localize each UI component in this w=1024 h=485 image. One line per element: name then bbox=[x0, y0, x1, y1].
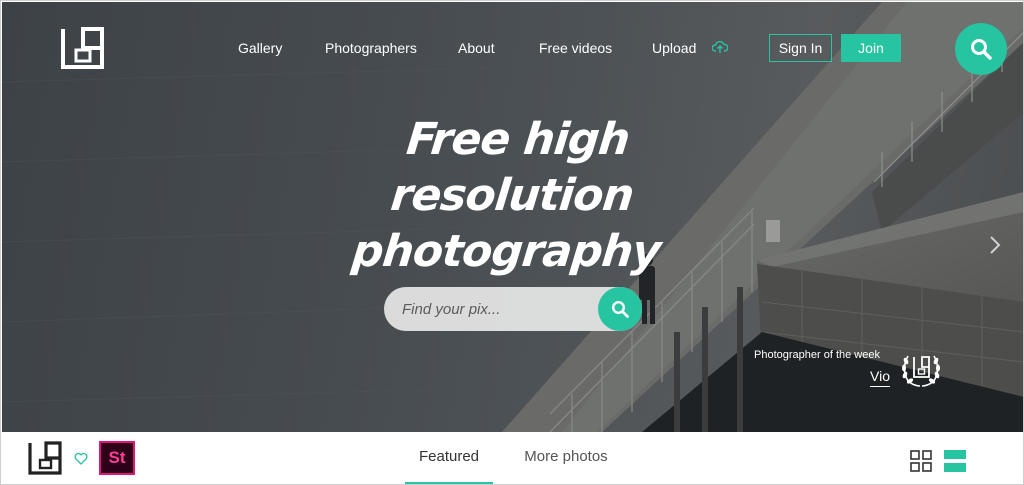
potw-label: Photographer of the week bbox=[754, 349, 880, 361]
hero-headline: Free high resolution photography bbox=[293, 112, 731, 280]
nav-about[interactable]: About bbox=[458, 39, 495, 57]
chevron-right-icon[interactable] bbox=[987, 234, 1003, 256]
tab-more-photos[interactable]: More photos bbox=[514, 432, 618, 484]
site-logo-small[interactable] bbox=[27, 441, 63, 475]
header-search-button[interactable] bbox=[955, 23, 1007, 75]
potw-name-link[interactable]: Vio bbox=[870, 368, 890, 387]
page-frame: Gallery Photographers About Free videos … bbox=[0, 0, 1024, 485]
join-button[interactable]: Join bbox=[841, 34, 901, 62]
hero-headline-line1: Free high resolution bbox=[388, 114, 636, 221]
bottom-toolbar: St Featured More photos bbox=[2, 432, 1023, 484]
hero-search-input[interactable] bbox=[402, 287, 592, 331]
hero-section: Gallery Photographers About Free videos … bbox=[2, 2, 1023, 432]
nav-photographers[interactable]: Photographers bbox=[325, 39, 417, 57]
hero-search-button[interactable] bbox=[598, 287, 642, 331]
grid-view-icon[interactable] bbox=[910, 450, 932, 472]
adobe-stock-icon[interactable]: St bbox=[99, 441, 135, 475]
cloud-upload-icon[interactable] bbox=[712, 40, 728, 54]
sign-in-button[interactable]: Sign In bbox=[769, 34, 832, 62]
nav-upload[interactable]: Upload bbox=[652, 39, 696, 57]
laurel-badge-icon bbox=[902, 355, 940, 387]
heart-icon[interactable] bbox=[74, 452, 88, 465]
list-view-icon[interactable] bbox=[944, 450, 966, 472]
nav-free-videos[interactable]: Free videos bbox=[539, 39, 612, 57]
hero-headline-line2: photography bbox=[349, 226, 663, 277]
search-icon bbox=[971, 39, 992, 60]
hero-search-bar bbox=[384, 287, 642, 331]
adobe-stock-label: St bbox=[108, 448, 126, 467]
nav-gallery[interactable]: Gallery bbox=[238, 39, 282, 57]
site-logo[interactable] bbox=[59, 26, 105, 70]
tab-featured[interactable]: Featured bbox=[405, 432, 493, 484]
search-icon bbox=[611, 300, 629, 318]
